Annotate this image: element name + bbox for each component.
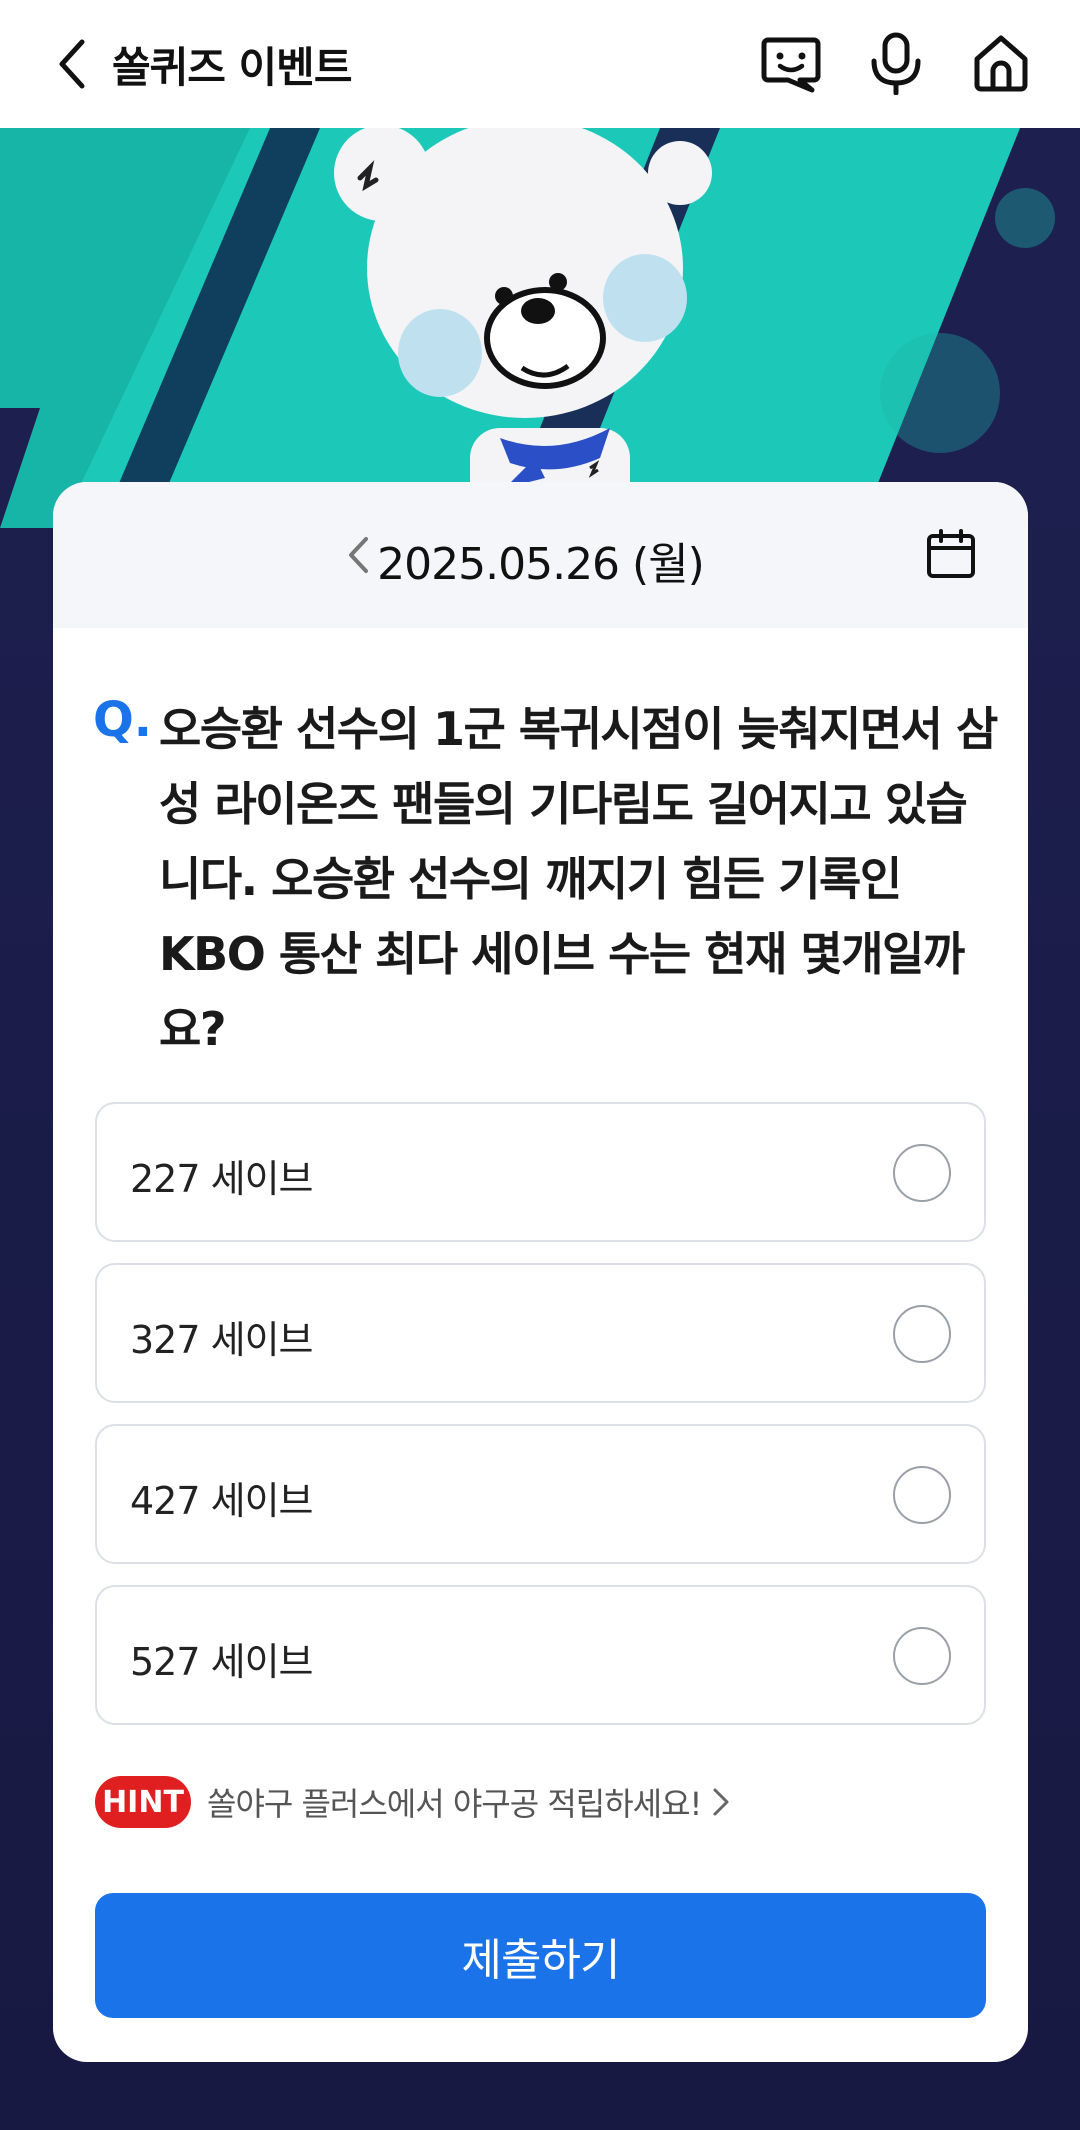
question-mark: Q. (93, 692, 153, 748)
date-bar: 2025.05.26 (월) (53, 482, 1028, 628)
page-title: 쏠퀴즈 이벤트 (112, 43, 352, 92)
hint-badge: HINT (95, 1776, 191, 1828)
back-button[interactable] (44, 36, 100, 92)
calendar-button[interactable] (923, 526, 979, 582)
chat-face-icon (761, 37, 821, 93)
radio-button[interactable] (893, 1466, 951, 1524)
answer-option[interactable]: 227 세이브 (95, 1102, 986, 1242)
answer-option[interactable]: 327 세이브 (95, 1263, 986, 1403)
answer-option[interactable]: 527 세이브 (95, 1585, 986, 1725)
option-label: 327 세이브 (130, 1318, 313, 1362)
app-header: 쏠퀴즈 이벤트 (0, 0, 1080, 128)
chevron-right-icon (711, 1787, 737, 1817)
calendar-icon (927, 529, 975, 578)
event-banner (0, 128, 1080, 528)
submit-button[interactable]: 제출하기 (95, 1893, 986, 2018)
chat-button[interactable] (758, 30, 824, 96)
home-button[interactable] (968, 30, 1034, 96)
option-label: 227 세이브 (130, 1157, 313, 1201)
radio-button[interactable] (893, 1305, 951, 1363)
answer-options: 227 세이브 327 세이브 427 세이브 527 세이브 (95, 1102, 986, 1746)
quiz-date: 2025.05.26 (월) (377, 539, 705, 590)
radio-button[interactable] (893, 1144, 951, 1202)
hint-text: 쏠야구 플러스에서 야구공 적립하세요! (207, 1785, 702, 1823)
option-label: 427 세이브 (130, 1479, 313, 1523)
submit-label: 제출하기 (461, 1934, 621, 1986)
option-label: 527 세이브 (130, 1640, 313, 1684)
voice-button[interactable] (863, 30, 929, 96)
bear-mascot-image (334, 128, 712, 528)
question-text: 오승환 선수의 1군 복귀시점이 늦춰지면서 삼성 라이온즈 팬들의 기다림도 … (159, 702, 998, 1056)
hint-link[interactable]: HINT 쏠야구 플러스에서 야구공 적립하세요! (95, 1774, 986, 1830)
answer-option[interactable]: 427 세이브 (95, 1424, 986, 1564)
radio-button[interactable] (893, 1627, 951, 1685)
quiz-card: 2025.05.26 (월) Q. 오승환 선수의 1군 복귀시점이 늦춰지면서… (53, 482, 1028, 2062)
home-icon (974, 35, 1028, 92)
chevron-left-icon (59, 39, 85, 89)
microphone-icon (871, 32, 921, 95)
